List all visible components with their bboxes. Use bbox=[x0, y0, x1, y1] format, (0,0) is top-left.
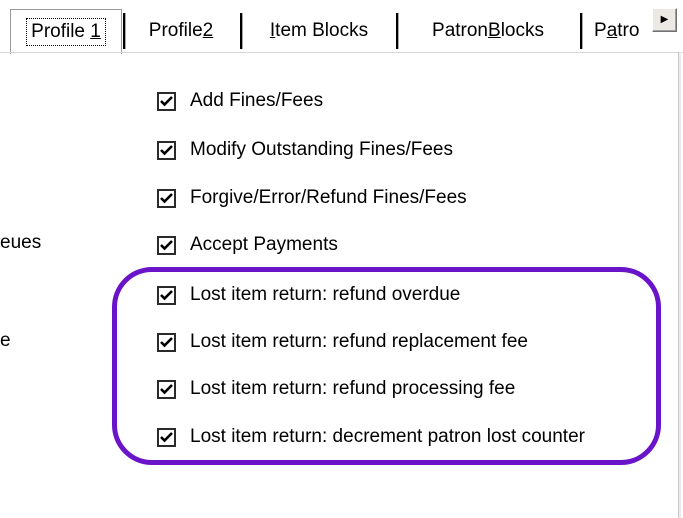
checkbox[interactable] bbox=[157, 235, 176, 255]
checkmark-icon bbox=[160, 431, 173, 442]
checkmark-icon bbox=[160, 95, 173, 106]
permission-label: Lost item return: refund replacement fee bbox=[190, 331, 528, 352]
checkbox[interactable] bbox=[157, 91, 176, 111]
checkbox[interactable] bbox=[157, 188, 176, 208]
tab-item-blocks[interactable]: Item Blocks bbox=[252, 9, 386, 53]
tab-scroll-right-button[interactable]: ▶ bbox=[652, 8, 677, 32]
checkbox[interactable] bbox=[157, 140, 176, 160]
permission-label: Lost item return: refund processing fee bbox=[190, 378, 516, 399]
checkbox[interactable] bbox=[157, 379, 176, 399]
permission-row-refund-overdue[interactable]: Lost item return: refund overdue bbox=[157, 282, 460, 308]
checkmark-icon bbox=[160, 192, 173, 203]
tab-patron-partial-pre: P bbox=[594, 20, 607, 41]
tab-separator bbox=[240, 13, 243, 49]
tab-patron-partial-post: tro bbox=[617, 20, 640, 41]
checkmark-icon bbox=[160, 336, 173, 347]
permission-row-add-fines[interactable]: Add Fines/Fees bbox=[157, 88, 323, 114]
checkmark-icon bbox=[160, 239, 173, 250]
tab-separator bbox=[396, 13, 399, 49]
permission-label: Modify Outstanding Fines/Fees bbox=[190, 139, 453, 160]
tab-profile-1-mnemonic: 1 bbox=[90, 21, 101, 42]
tab-profile-2[interactable]: Profile 2 bbox=[133, 9, 229, 53]
permission-row-refund-replacement[interactable]: Lost item return: refund replacement fee bbox=[157, 329, 528, 355]
permission-row-decrement-lost-counter[interactable]: Lost item return: decrement patron lost … bbox=[157, 424, 585, 450]
tab-item-blocks-label: tem Blocks bbox=[275, 20, 369, 41]
left-label-fragment: e bbox=[0, 330, 11, 351]
checkmark-icon bbox=[160, 383, 173, 394]
checkbox[interactable] bbox=[157, 332, 176, 352]
tab-separator bbox=[123, 13, 126, 49]
tab-baseline bbox=[0, 52, 683, 53]
tab-patron-blocks-label-pre: Patron bbox=[432, 20, 488, 41]
checkmark-icon bbox=[160, 144, 173, 155]
tab-profile-1-focus: Profile 1 bbox=[26, 18, 106, 46]
panel-right-border bbox=[678, 52, 681, 518]
left-label-queues: eues bbox=[0, 232, 42, 253]
permissions-window: Profile 1 Profile 2 Item Blocks Patron B… bbox=[0, 0, 683, 518]
permission-label: Add Fines/Fees bbox=[190, 90, 324, 111]
permission-label: Lost item return: refund overdue bbox=[190, 284, 461, 305]
tab-patron-blocks-mnemonic: B bbox=[488, 20, 501, 41]
permission-row-accept-payments[interactable]: Accept Payments bbox=[157, 232, 338, 258]
permission-row-modify-fines[interactable]: Modify Outstanding Fines/Fees bbox=[157, 137, 453, 163]
tab-profile-1[interactable]: Profile 1 bbox=[10, 9, 122, 54]
checkmark-icon bbox=[160, 289, 173, 300]
tab-profile-1-label: Profile bbox=[31, 21, 91, 42]
tab-separator bbox=[580, 13, 583, 49]
permission-label: Forgive/Error/Refund Fines/Fees bbox=[190, 187, 467, 208]
tab-patron-partial[interactable]: Pa tro bbox=[594, 9, 652, 53]
permission-row-refund-processing[interactable]: Lost item return: refund processing fee bbox=[157, 376, 515, 402]
permission-label: Lost item return: decrement patron lost … bbox=[190, 426, 585, 447]
tab-patron-blocks-label-post: locks bbox=[500, 20, 544, 41]
right-arrow-icon: ▶ bbox=[660, 14, 669, 25]
checkbox[interactable] bbox=[157, 427, 176, 447]
tab-patron-blocks[interactable]: Patron Blocks bbox=[408, 9, 568, 53]
tab-profile-2-mnemonic: 2 bbox=[202, 20, 214, 41]
tab-profile-2-label: Profile bbox=[148, 20, 203, 41]
tab-patron-partial-mnemonic: a bbox=[606, 20, 618, 41]
permission-label: Accept Payments bbox=[190, 234, 338, 255]
checkbox[interactable] bbox=[157, 285, 176, 305]
permission-row-forgive-fines[interactable]: Forgive/Error/Refund Fines/Fees bbox=[157, 185, 467, 211]
